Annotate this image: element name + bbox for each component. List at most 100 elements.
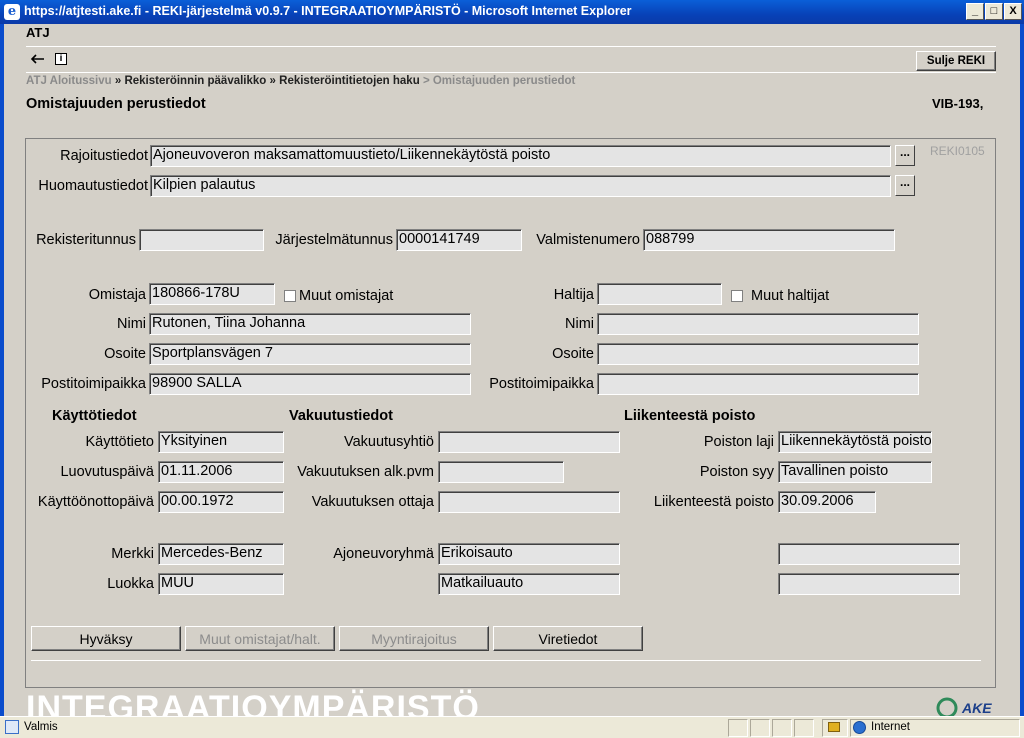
divider: [26, 72, 996, 73]
rekisteritunnus-field: [139, 229, 264, 251]
haltija-nimi-field: [597, 313, 919, 335]
extra-field-2: [778, 573, 960, 595]
huomautustiedot-field: Kilpien palautus: [150, 175, 891, 197]
muut-omistajat-checkbox[interactable]: [284, 290, 296, 302]
valmistenumero-field: 088799: [643, 229, 895, 251]
info-icon[interactable]: i: [55, 53, 67, 65]
kayttotieto-field: Yksityinen: [158, 431, 284, 453]
kayttotiedot-heading: Käyttötiedot: [52, 408, 137, 424]
globe-icon: [853, 721, 866, 734]
luokka-label: Luokka: [107, 576, 154, 592]
page-title: Omistajuuden perustiedot: [26, 96, 206, 112]
luovutuspaiva-field: 01.11.2006: [158, 461, 284, 483]
merkki-label: Merkki: [111, 546, 154, 562]
omistaja-postitoimipaikka-field: 98900 SALLA: [149, 373, 471, 395]
window-title: https://atjtesti.ake.fi - REKI-järjestel…: [24, 4, 632, 18]
jarjestelmatunnus-field: 0000141749: [396, 229, 522, 251]
window-titlebar: e https://atjtesti.ake.fi - REKI-järjest…: [0, 0, 1024, 24]
haltija-postitoimipaikka-field: [597, 373, 919, 395]
extra-field-1: [778, 543, 960, 565]
ajoneuvoryhma-field: Erikoisauto: [438, 543, 620, 565]
omistaja-label: Omistaja: [88, 287, 146, 303]
ake-logo: AKE: [936, 696, 998, 716]
lock-icon: [828, 722, 840, 732]
liikenteesta-poisto-pvm-field: 30.09.2006: [778, 491, 876, 513]
rajoitustiedot-field: Ajoneuvoveron maksamattomuustieto/Liiken…: [150, 145, 891, 167]
plate-number: VIB-193,: [932, 96, 984, 111]
haltija-field: [597, 283, 722, 305]
vakuutusyhtio-field: [438, 431, 620, 453]
minimize-button[interactable]: _: [966, 3, 984, 20]
status-bar: Valmis Internet: [0, 716, 1024, 738]
huomautustiedot-more-button[interactable]: ...: [895, 175, 915, 196]
zone-text: Internet: [871, 721, 910, 733]
breadcrumb: ATJ Aloitussivu » Rekisteröinnin päävali…: [26, 75, 575, 87]
close-window-button[interactable]: X: [1004, 3, 1022, 20]
status-cell: [728, 719, 748, 737]
muut-haltijat-checkbox[interactable]: [731, 290, 743, 302]
rekisteritunnus-label: Rekisteritunnus: [36, 232, 136, 248]
kayttoonottopaiva-label: Käyttöönottopäivä: [37, 494, 154, 510]
poiston-syy-field: Tavallinen poisto: [778, 461, 932, 483]
poiston-laji-label: Poiston laji: [703, 434, 774, 450]
ajoneuvoryhma-secondary-field: Matkailuauto: [438, 573, 620, 595]
hyvaksy-button[interactable]: Hyväksy: [31, 626, 181, 651]
status-text: Valmis: [24, 721, 58, 733]
ajoneuvoryhma-label: Ajoneuvoryhmä: [333, 546, 434, 562]
rajoitustiedot-more-button[interactable]: ...: [895, 145, 915, 166]
screen-id: REKI0105: [930, 144, 985, 158]
maximize-button[interactable]: □: [985, 3, 1003, 20]
close-reki-button[interactable]: Sulje REKI: [916, 51, 996, 71]
breadcrumb-separator: »: [269, 75, 276, 87]
ake-logo-text: AKE: [962, 700, 992, 716]
omistaja-nimi-field: Rutonen, Tiina Johanna: [149, 313, 471, 335]
haltija-label: Haltija: [553, 287, 594, 303]
status-cell: [772, 719, 792, 737]
environment-watermark: INTEGRAATIOYMPÄRISTÖ: [26, 689, 480, 716]
status-cell: [750, 719, 770, 737]
muut-haltijat-label: Muut haltijat: [751, 288, 830, 304]
page-icon: [5, 720, 19, 734]
breadcrumb-main-menu-link[interactable]: Rekisteröinnin päävalikko: [124, 75, 266, 87]
divider: [31, 660, 981, 661]
ie-logo-icon: e: [4, 4, 20, 20]
merkki-field: Mercedes-Benz: [158, 543, 284, 565]
vakuutustiedot-heading: Vakuutustiedot: [289, 408, 393, 424]
breadcrumb-search-link[interactable]: Rekisteröintitietojen haku: [279, 75, 420, 87]
breadcrumb-current: Omistajuuden perustiedot: [432, 75, 576, 87]
kayttotieto-label: Käyttötieto: [85, 434, 154, 450]
liikenteesta-poisto-pvm-label: Liikenteestä poisto: [653, 494, 774, 510]
haltija-postitoimipaikka-label: Postitoimipaikka: [489, 376, 594, 392]
kayttoonottopaiva-field: 00.00.1972: [158, 491, 284, 513]
ake-logo-icon: [936, 697, 958, 716]
omistaja-postitoimipaikka-label: Postitoimipaikka: [41, 376, 146, 392]
omistaja-osoite-label: Osoite: [104, 346, 146, 362]
back-arrow-icon[interactable]: [30, 52, 46, 69]
vakuutuksen-alkpvm-label: Vakuutuksen alk.pvm: [297, 464, 434, 480]
vakuutusyhtio-label: Vakuutusyhtiö: [343, 434, 434, 450]
omistaja-field: 180866-178U: [149, 283, 275, 305]
viretiedot-button[interactable]: Viretiedot: [493, 626, 643, 651]
vakuutuksen-alkpvm-field: [438, 461, 564, 483]
omistaja-nimi-label: Nimi: [117, 316, 146, 332]
breadcrumb-home-link[interactable]: ATJ Aloitussivu: [26, 75, 112, 87]
breadcrumb-separator: >: [422, 75, 430, 87]
omistaja-osoite-field: Sportplansvägen 7: [149, 343, 471, 365]
haltija-nimi-label: Nimi: [565, 316, 594, 332]
rajoitustiedot-label: Rajoitustiedot: [60, 148, 148, 164]
haltija-osoite-field: [597, 343, 919, 365]
haltija-osoite-label: Osoite: [552, 346, 594, 362]
muut-omistajat-label: Muut omistajat: [299, 288, 394, 304]
huomautustiedot-label: Huomautustiedot: [38, 178, 148, 194]
vakuutuksen-ottaja-label: Vakuutuksen ottaja: [311, 494, 434, 510]
poiston-laji-field: Liikennekäytöstä poisto: [778, 431, 932, 453]
divider: [26, 46, 996, 47]
myyntirajoitus-button[interactable]: Myyntirajoitus: [339, 626, 489, 651]
breadcrumb-separator: »: [114, 75, 122, 87]
luovutuspaiva-label: Luovutuspäivä: [60, 464, 154, 480]
status-cell: [794, 719, 814, 737]
form-panel: [25, 138, 996, 688]
muut-omistajat-halt-button[interactable]: Muut omistajat/halt.: [185, 626, 335, 651]
valmistenumero-label: Valmistenumero: [536, 232, 640, 248]
poiston-syy-label: Poiston syy: [699, 464, 774, 480]
